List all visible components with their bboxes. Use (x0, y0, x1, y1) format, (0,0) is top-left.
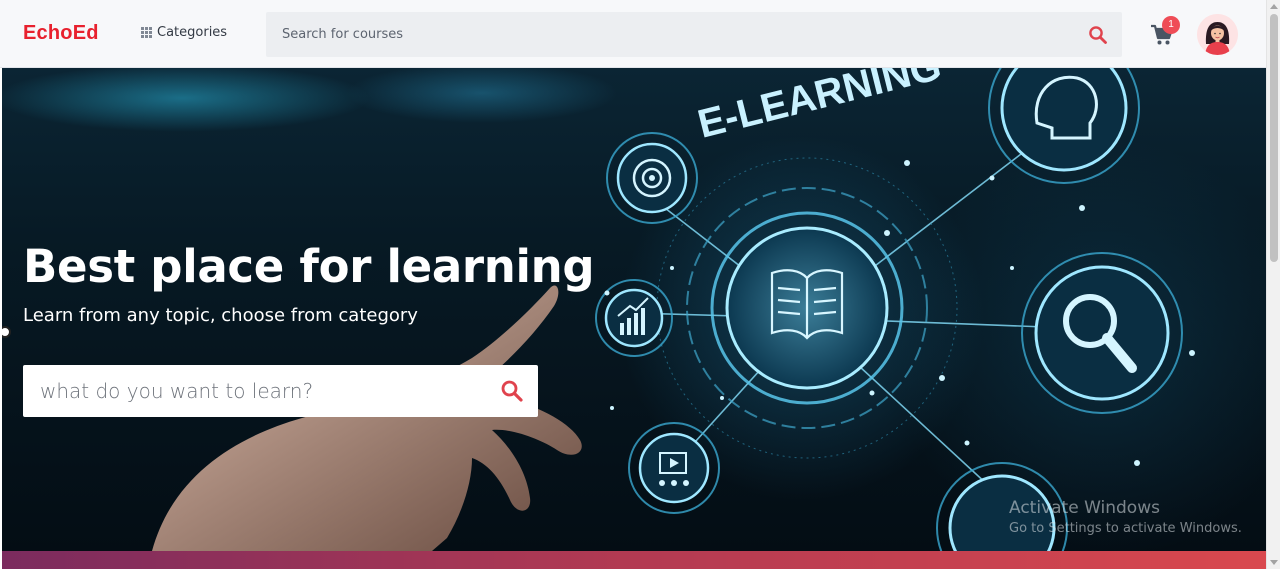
header-search-bar (266, 12, 1122, 57)
target-icon (606, 132, 698, 224)
search-icon[interactable] (500, 379, 524, 403)
video-icon (628, 422, 720, 514)
cart-count-badge: 1 (1162, 16, 1180, 34)
top-navbar: EchoEd Categories 1 (0, 0, 1266, 68)
hero-subtitle: Learn from any topic, choose from catego… (23, 305, 418, 326)
page-scrollbar[interactable] (1266, 0, 1280, 569)
user-avatar[interactable] (1197, 14, 1238, 55)
scroll-thumb[interactable] (1270, 14, 1278, 262)
search-icon[interactable] (1088, 25, 1108, 45)
header-search-input[interactable] (266, 12, 1122, 57)
categories-menu-button[interactable]: Categories (141, 25, 227, 40)
e-learning-label: E-LEARNING (694, 68, 946, 147)
head-icon (988, 68, 1140, 184)
hero-title: Best place for learning (23, 240, 595, 293)
windows-activation-title: Activate Windows (1009, 498, 1160, 518)
windows-activation-subtitle: Go to Settings to activate Windows. (1009, 521, 1242, 536)
scroll-down-arrow[interactable] (1270, 560, 1278, 565)
scroll-up-arrow[interactable] (1270, 4, 1278, 9)
hero-banner: E-LEARNING Best place for learning Learn… (2, 68, 1266, 551)
hero-search-bar (23, 365, 538, 417)
site-logo[interactable]: EchoEd (23, 22, 99, 45)
magnifier-icon (1021, 252, 1183, 414)
categories-label: Categories (157, 25, 228, 40)
hero-search-input[interactable] (23, 365, 538, 417)
section-divider-strip (2, 551, 1266, 569)
avatar-icon (1197, 14, 1238, 55)
grid-icon (141, 27, 152, 38)
